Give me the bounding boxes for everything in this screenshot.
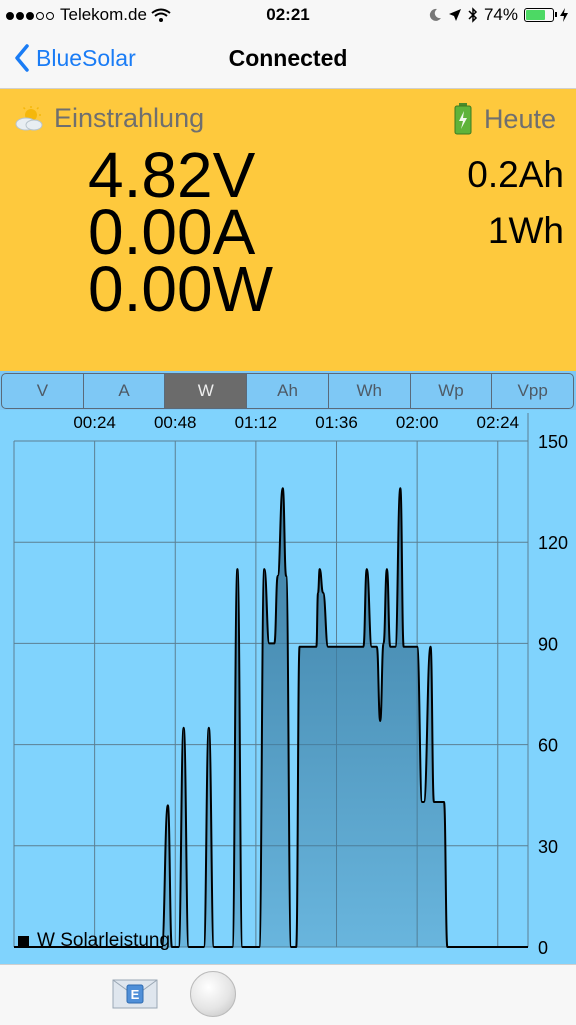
live-values: 4.82V 0.00A 0.00W	[88, 143, 273, 325]
battery-percent: 74%	[483, 5, 518, 24]
status-right: 74%	[428, 5, 568, 25]
segment-ah[interactable]: Ah	[247, 374, 329, 408]
today-header: Heute	[454, 103, 556, 135]
page-title: Connected	[228, 45, 348, 71]
location-arrow-icon	[448, 9, 461, 21]
power-value: 0.00W	[88, 253, 273, 325]
sun-cloud-icon	[15, 105, 43, 130]
chart-canvas: 0 30 60 90 120 150 00:24 00:48 01:12 01:36 02:00 02…	[13, 413, 568, 958]
segment-a[interactable]: A	[84, 374, 166, 408]
battery-charging-icon	[454, 103, 472, 135]
y-tick-label: 0	[538, 938, 548, 958]
chart-legend: W Solarleistung	[18, 930, 170, 952]
today-label: Heute	[483, 103, 556, 134]
y-tick-label: 120	[538, 533, 568, 553]
y-tick-label: 90	[538, 634, 558, 654]
segment-v[interactable]: V	[2, 374, 84, 408]
y-tick-label: 60	[538, 736, 558, 756]
bluetooth-icon	[468, 7, 478, 23]
battery-icon	[524, 8, 557, 22]
unit-selector-bar: V A W Ah Wh Wp Vpp	[0, 371, 576, 412]
x-tick-label: 00:48	[154, 413, 197, 432]
segment-vpp[interactable]: Vpp	[492, 374, 573, 408]
irradiation-header: Einstrahlung	[14, 103, 204, 134]
segment-w[interactable]: W	[165, 374, 248, 408]
legend-swatch	[18, 935, 29, 947]
charging-bolt-icon	[560, 8, 568, 22]
svg-text:E: E	[131, 987, 140, 1002]
y-tick-label: 30	[538, 837, 558, 857]
today-charge-value: 0.2Ah	[467, 154, 564, 195]
x-tick-label: 02:00	[396, 413, 439, 432]
status-bar: Telekom.de 02:21 74%	[0, 0, 576, 30]
record-button[interactable]	[190, 971, 236, 1017]
moon-icon	[429, 8, 441, 21]
series-area-fill	[14, 488, 528, 947]
power-chart: 0 30 60 90 120 150 00:24 00:48 01:12 01:36 02:00 02…	[0, 410, 576, 964]
x-tick-label: 02:24	[476, 413, 519, 432]
email-export-button[interactable]: E	[112, 979, 158, 1009]
bottom-toolbar: E	[0, 964, 576, 1025]
y-tick-label: 150	[538, 432, 568, 452]
segment-wh[interactable]: Wh	[329, 374, 411, 408]
legend-label: W Solarleistung	[37, 930, 171, 951]
today-values: 0.2Ah 1Wh	[467, 147, 564, 259]
x-tick-label: 01:12	[235, 413, 278, 432]
navigation-bar: BlueSolar Connected	[0, 30, 576, 89]
x-tick-label: 00:24	[73, 413, 116, 432]
today-energy-value: 1Wh	[487, 210, 564, 251]
readings-panel: Einstrahlung Heute 4.82V 0.00A 0.00W 0.2…	[0, 89, 576, 371]
x-tick-label: 01:36	[315, 413, 358, 432]
irradiation-label: Einstrahlung	[54, 103, 205, 133]
email-icon: E	[112, 979, 158, 1009]
battery-fill	[526, 10, 545, 20]
unit-segmented-control[interactable]: V A W Ah Wh Wp Vpp	[1, 373, 574, 409]
segment-wp[interactable]: Wp	[411, 374, 493, 408]
